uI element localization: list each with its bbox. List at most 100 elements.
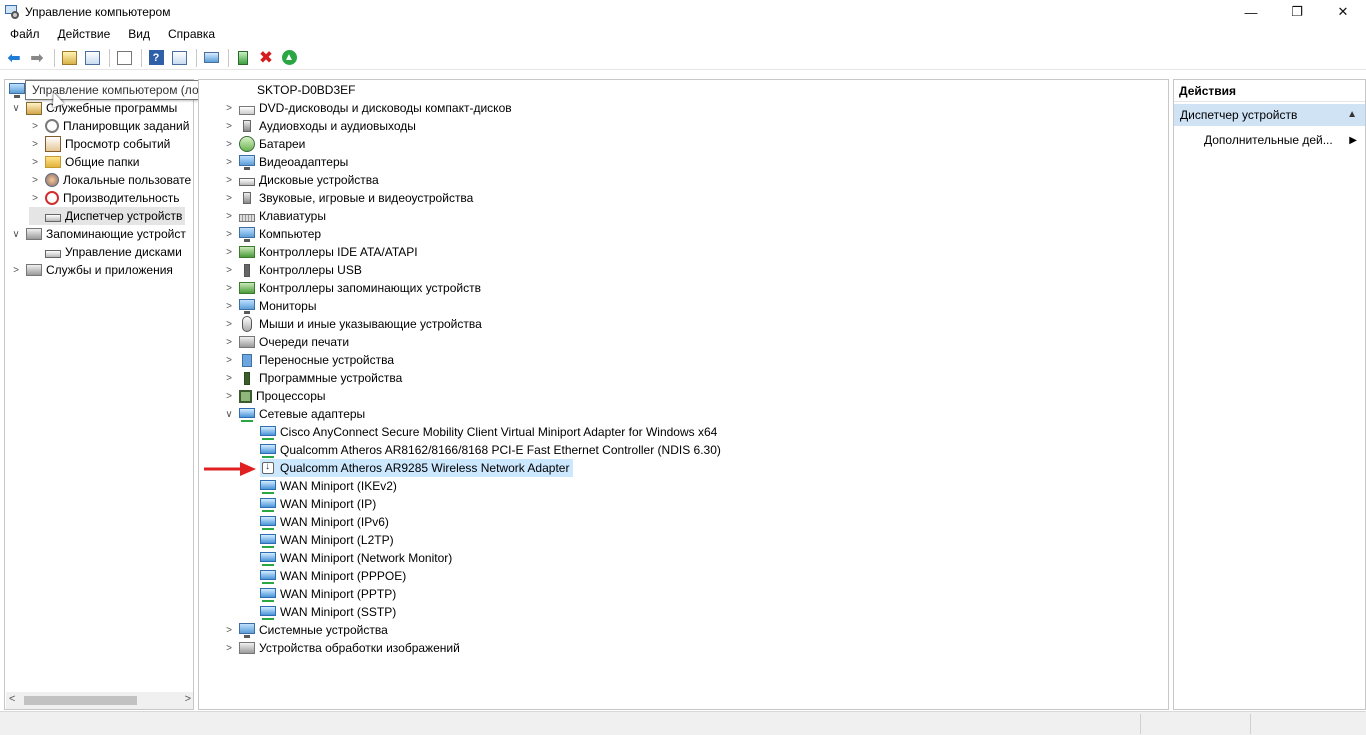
- expand-chevron-icon[interactable]: >: [223, 247, 235, 258]
- network-adapter-item[interactable]: Cisco AnyConnect Secure Mobility Client …: [260, 423, 717, 441]
- back-arrow-icon[interactable]: ⬅: [4, 48, 24, 68]
- show-hide-tree-icon[interactable]: [82, 48, 102, 68]
- network-adapter-item[interactable]: WAN Miniport (IP): [260, 495, 376, 513]
- network-adapter-item[interactable]: WAN Miniport (PPTP): [260, 585, 396, 603]
- scroll-left-icon[interactable]: <: [9, 693, 15, 705]
- device-category[interactable]: > Аудиовходы и аудиовыходы: [223, 117, 416, 135]
- scroll-right-icon[interactable]: >: [185, 693, 191, 705]
- device-category[interactable]: > Устройства обработки изображений: [223, 639, 460, 657]
- expand-chevron-icon[interactable]: >: [29, 175, 41, 186]
- device-category[interactable]: > DVD-дисководы и дисководы компакт-диско…: [223, 99, 512, 117]
- menu-help[interactable]: Справка: [158, 27, 223, 41]
- device-category[interactable]: > Контроллеры запоминающих устройств: [223, 279, 481, 297]
- expand-chevron-icon[interactable]: >: [10, 265, 22, 276]
- maximize-button[interactable]: ❐: [1274, 0, 1320, 24]
- device-label: WAN Miniport (Network Monitor): [280, 551, 453, 565]
- network-adapter-item[interactable]: WAN Miniport (IPv6): [260, 513, 389, 531]
- collapse-triangle-icon[interactable]: ▲: [1347, 109, 1357, 120]
- expand-chevron-icon[interactable]: >: [223, 211, 235, 222]
- expand-chevron-icon[interactable]: >: [223, 229, 235, 240]
- scrollbar-thumb[interactable]: [24, 696, 137, 705]
- device-tree-root[interactable]: SKTOP-D0BD3EF: [257, 81, 355, 99]
- category-label: DVD-дисководы и дисководы компакт-дисков: [259, 101, 512, 115]
- scan-hardware-icon[interactable]: [201, 48, 221, 68]
- network-adapter-item[interactable]: WAN Miniport (Network Monitor): [260, 549, 452, 567]
- expand-chevron-icon[interactable]: >: [223, 157, 235, 168]
- network-adapter-item[interactable]: WAN Miniport (SSTP): [260, 603, 396, 621]
- device-category[interactable]: > Контроллеры USB: [223, 261, 362, 279]
- device-category[interactable]: > Программные устройства: [223, 369, 402, 387]
- device-category[interactable]: > Мониторы: [223, 297, 316, 315]
- tree-item-device-manager[interactable]: Диспетчер устройств: [29, 207, 186, 225]
- tree-item-task-scheduler[interactable]: > Планировщик заданий: [29, 117, 189, 135]
- tree-item-services-apps[interactable]: > Службы и приложения: [10, 261, 173, 279]
- network-adapter-item-selected[interactable]: Qualcomm Atheros AR9285 Wireless Network…: [260, 459, 574, 477]
- device-category[interactable]: > Батареи: [223, 135, 305, 153]
- expand-chevron-icon[interactable]: >: [29, 121, 41, 132]
- more-actions-item[interactable]: Дополнительные дей... ▶: [1204, 130, 1364, 150]
- device-category[interactable]: > Звуковые, игровые и видеоустройства: [223, 189, 473, 207]
- device-category[interactable]: > Системные устройства: [223, 621, 388, 639]
- expand-chevron-icon[interactable]: >: [223, 103, 235, 114]
- menu-file[interactable]: Файл: [0, 27, 48, 41]
- tree-item-storage[interactable]: ∨ Запоминающие устройст: [10, 225, 186, 243]
- tree-item-system-tools[interactable]: ∨ Служебные программы: [10, 99, 177, 117]
- expand-chevron-icon[interactable]: >: [223, 175, 235, 186]
- expand-chevron-icon[interactable]: >: [29, 193, 41, 204]
- expand-chevron-icon[interactable]: >: [223, 301, 235, 312]
- tree-item-performance[interactable]: > Производительность: [29, 189, 179, 207]
- tree-item-local-users[interactable]: > Локальные пользовате: [29, 171, 191, 189]
- help-icon[interactable]: ?: [146, 48, 166, 68]
- minimize-button[interactable]: —: [1228, 0, 1274, 24]
- menu-action[interactable]: Действие: [48, 27, 119, 41]
- category-label: Очереди печати: [259, 335, 350, 349]
- network-adapter-item[interactable]: WAN Miniport (IKEv2): [260, 477, 397, 495]
- expand-chevron-icon[interactable]: >: [29, 157, 41, 168]
- device-category[interactable]: > Компьютер: [223, 225, 321, 243]
- device-category[interactable]: > Клавиатуры: [223, 207, 326, 225]
- network-adapter-item[interactable]: WAN Miniport (L2TP): [260, 531, 394, 549]
- expand-chevron-icon[interactable]: >: [223, 265, 235, 276]
- device-category[interactable]: > Переносные устройства: [223, 351, 394, 369]
- network-adapter-item[interactable]: Qualcomm Atheros AR8162/8166/8168 PCI-E …: [260, 441, 721, 459]
- expand-chevron-icon[interactable]: >: [223, 139, 235, 150]
- device-category[interactable]: > Видеоадаптеры: [223, 153, 348, 171]
- expand-chevron-icon[interactable]: >: [223, 625, 235, 636]
- expand-chevron-icon[interactable]: >: [223, 121, 235, 132]
- device-category[interactable]: > Процессоры: [223, 387, 325, 405]
- expand-chevron-icon[interactable]: >: [29, 139, 41, 150]
- keyboard-icon: [239, 213, 255, 222]
- update-driver-icon[interactable]: [233, 48, 253, 68]
- device-category[interactable]: > Дисковые устройства: [223, 171, 379, 189]
- collapse-chevron-icon[interactable]: ∨: [223, 409, 235, 420]
- device-category[interactable]: > Мыши и иные указывающие устройства: [223, 315, 482, 333]
- forward-arrow-icon[interactable]: ➡: [27, 48, 47, 68]
- expand-chevron-icon[interactable]: >: [223, 643, 235, 654]
- expand-chevron-icon[interactable]: >: [223, 319, 235, 330]
- horizontal-scrollbar[interactable]: < >: [6, 692, 193, 709]
- close-button[interactable]: ✕: [1320, 0, 1366, 24]
- collapse-chevron-icon[interactable]: ∨: [10, 229, 22, 240]
- properties-icon[interactable]: [114, 48, 134, 68]
- enable-device-icon[interactable]: ▲: [279, 48, 299, 68]
- device-category-network-adapters[interactable]: ∨ Сетевые адаптеры: [223, 405, 365, 423]
- tree-item-event-viewer[interactable]: > Просмотр событий: [29, 135, 170, 153]
- collapse-chevron-icon[interactable]: ∨: [10, 103, 22, 114]
- menu-view[interactable]: Вид: [118, 27, 158, 41]
- expand-chevron-icon[interactable]: >: [223, 337, 235, 348]
- expand-chevron-icon[interactable]: >: [223, 283, 235, 294]
- tree-item-disk-management[interactable]: Управление дисками: [29, 243, 182, 261]
- actions-section-device-manager[interactable]: Диспетчер устройств ▲: [1174, 104, 1365, 126]
- expand-chevron-icon[interactable]: >: [223, 373, 235, 384]
- device-category[interactable]: > Контроллеры IDE ATA/ATAPI: [223, 243, 418, 261]
- expand-chevron-icon[interactable]: >: [223, 193, 235, 204]
- expand-chevron-icon[interactable]: >: [223, 355, 235, 366]
- uninstall-device-icon[interactable]: ✖: [256, 48, 276, 68]
- actions-header: Действия: [1174, 80, 1365, 102]
- network-adapter-item[interactable]: WAN Miniport (PPPOE): [260, 567, 406, 585]
- tree-item-shared-folders[interactable]: > Общие папки: [29, 153, 139, 171]
- up-folder-icon[interactable]: [59, 48, 79, 68]
- expand-chevron-icon[interactable]: >: [223, 391, 235, 402]
- action-pane-icon[interactable]: [169, 48, 189, 68]
- device-category[interactable]: > Очереди печати: [223, 333, 349, 351]
